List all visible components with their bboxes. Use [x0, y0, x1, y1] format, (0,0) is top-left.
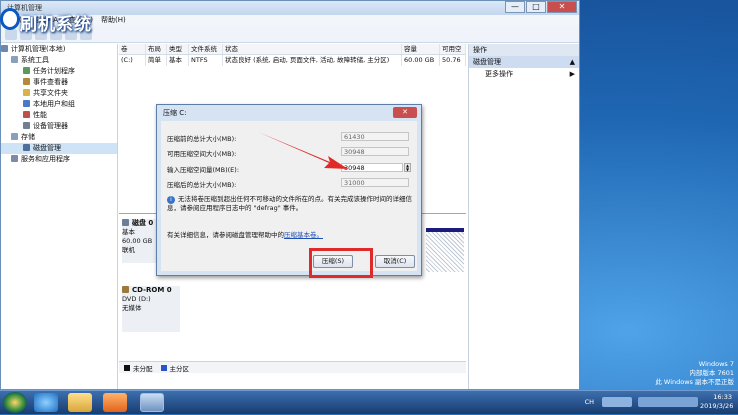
media-player-icon[interactable]	[103, 393, 127, 412]
col-status[interactable]: 状态	[223, 44, 402, 54]
collapse-arrow-icon: ▲	[569, 58, 575, 66]
disk-icon	[23, 144, 30, 151]
folder-icon	[23, 89, 30, 96]
dialog-note: i 无法将卷压缩到超出任何不可移动的文件所在的点。有关完成该操作时间的详细信息，请…	[167, 195, 412, 212]
computer-management-task-icon[interactable]	[140, 393, 164, 412]
col-volume[interactable]: 卷	[119, 44, 146, 54]
table-row[interactable]: (C:) 简单 基本 NTFS 状态良好 (系统, 启动, 页面文件, 活动, …	[119, 55, 466, 66]
field-label-total-after: 压缩后的总计大小(MB):	[167, 181, 237, 189]
legend-swatch-unallocated	[124, 364, 130, 371]
users-icon	[23, 100, 30, 107]
tree-item-system-tools[interactable]: 系统工具	[1, 55, 117, 66]
unallocated-region[interactable]	[426, 228, 464, 272]
col-free[interactable]: 可用空	[440, 44, 466, 54]
highlight-box	[309, 248, 373, 278]
services-icon	[11, 155, 18, 162]
watermark-logo-icon	[0, 8, 20, 30]
tree-item-event-viewer[interactable]: 事件查看器	[1, 77, 117, 88]
col-layout[interactable]: 布局	[146, 44, 167, 54]
field-label-available: 可用压缩空间大小(MB):	[167, 150, 237, 158]
start-button[interactable]	[3, 392, 27, 413]
actions-header: 操作	[469, 44, 579, 56]
clock[interactable]: 16:33 2019/3/26	[700, 393, 733, 411]
explorer-icon[interactable]	[68, 393, 92, 412]
shrink-dialog[interactable]: 压缩 C: ✕ 压缩前的总计大小(MB): 61430 可用压缩空间大小(MB)…	[156, 104, 422, 276]
tree-item-services[interactable]: 服务和应用程序	[1, 154, 117, 165]
cancel-button[interactable]: 取消(C)	[375, 255, 415, 268]
disk-legend: 未分配 主分区	[119, 361, 466, 373]
language-indicator[interactable]: CH	[585, 398, 594, 406]
tree-item-local-users[interactable]: 本地用户和组	[1, 99, 117, 110]
actions-section[interactable]: 磁盘管理 ▲	[469, 56, 579, 68]
volume-list-header: 卷 布局 类型 文件系统 状态 容量 可用空	[119, 44, 466, 55]
device-icon	[23, 122, 30, 129]
col-type[interactable]: 类型	[167, 44, 189, 54]
legend-swatch-primary	[160, 364, 167, 371]
col-capacity[interactable]: 容量	[402, 44, 440, 54]
chevron-right-icon: ▶	[569, 70, 575, 78]
field-available: 30948	[341, 147, 409, 156]
close-button[interactable]: ✕	[547, 1, 577, 13]
cd-icon	[122, 286, 129, 293]
tray-icons[interactable]	[602, 397, 632, 407]
computer-icon	[1, 45, 8, 52]
performance-icon	[23, 111, 30, 118]
field-total-after: 31000	[341, 178, 409, 187]
ie-icon[interactable]	[34, 393, 58, 412]
maximize-button[interactable]: □	[526, 1, 546, 13]
taskbar: CH 16:33 2019/3/26	[0, 390, 738, 414]
help-link[interactable]: 压缩基本卷。	[284, 231, 323, 239]
help-text: 有关详细信息，请参阅磁盘管理帮助中的压缩基本卷。	[167, 231, 323, 239]
dialog-close-button[interactable]: ✕	[393, 107, 417, 118]
shrink-amount-input[interactable]: 30948	[341, 163, 403, 172]
dialog-body: 压缩前的总计大小(MB): 61430 可用压缩空间大小(MB): 30948 …	[161, 121, 417, 271]
tools-icon	[11, 56, 18, 63]
more-actions-link[interactable]: 更多操作 ▶	[469, 68, 579, 80]
tree-item-shared-folders[interactable]: 共享文件夹	[1, 88, 117, 99]
disk-icon	[122, 219, 129, 226]
event-icon	[23, 78, 30, 85]
windows-watermark: Windows 7 内部版本 7601 此 Windows 副本不是正版	[655, 360, 734, 386]
clock-icon	[23, 67, 30, 74]
tree-item-task-scheduler[interactable]: 任务计划程序	[1, 66, 117, 77]
shrink-amount-spinner[interactable]: ▲ ▼	[404, 163, 411, 172]
actions-pane: 操作 磁盘管理 ▲ 更多操作 ▶	[468, 44, 579, 389]
dialog-title[interactable]: 压缩 C: ✕	[157, 105, 421, 121]
tree-item-performance[interactable]: 性能	[1, 110, 117, 121]
field-total-before: 61430	[341, 132, 409, 141]
minimize-button[interactable]: —	[505, 1, 525, 13]
tree-item-device-manager[interactable]: 设备管理器	[1, 121, 117, 132]
tree-item-storage[interactable]: 存储	[1, 132, 117, 143]
storage-icon	[11, 133, 18, 140]
tree-root[interactable]: 计算机管理(本地)	[1, 44, 117, 55]
info-icon: i	[167, 196, 175, 204]
field-label-total-before: 压缩前的总计大小(MB):	[167, 135, 237, 143]
menu-help[interactable]: 帮助(H)	[101, 15, 126, 26]
back-icon[interactable]	[5, 28, 17, 40]
col-filesystem[interactable]: 文件系统	[189, 44, 223, 54]
field-label-shrink-amount: 输入压缩空间量(MB)(E):	[167, 166, 240, 174]
tray-status-icons[interactable]	[638, 397, 698, 407]
cdrom0-label[interactable]: CD-ROM 0 DVD (D:) 无媒体	[122, 286, 180, 332]
navigation-tree: 计算机管理(本地) 系统工具 任务计划程序 事件查看器 共享文件夹 本地用户和组…	[1, 44, 118, 389]
tree-item-disk-management[interactable]: 磁盘管理	[1, 143, 117, 154]
watermark-logo: 刷机系统	[20, 15, 92, 35]
